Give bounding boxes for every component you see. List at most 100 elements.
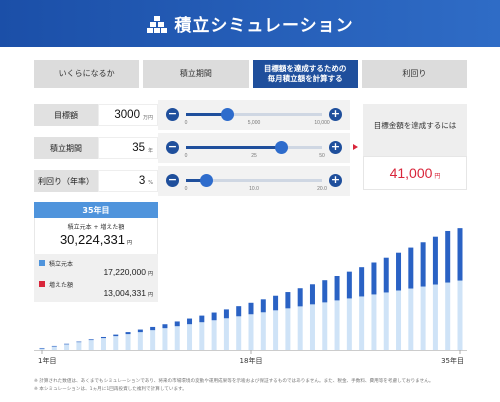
bar-gain[interactable] (187, 318, 193, 325)
result-amount: 41,000 (389, 165, 433, 181)
bar-principal[interactable] (51, 346, 57, 350)
bar-gain[interactable] (125, 332, 131, 335)
bar-gain[interactable] (88, 339, 94, 341)
bar-principal[interactable] (457, 280, 463, 350)
tick-max: 50 (319, 153, 325, 159)
tab-yield[interactable]: 利回り (361, 60, 467, 88)
bar-gain[interactable] (113, 334, 119, 337)
target-amount-value: 3000 (114, 109, 140, 121)
bar-principal[interactable] (76, 342, 82, 350)
bar-principal[interactable] (150, 330, 156, 350)
bar-gain[interactable] (100, 336, 106, 339)
yield-field[interactable]: 3 % (98, 170, 158, 192)
bar-gain[interactable] (285, 292, 291, 309)
bar-principal[interactable] (113, 336, 119, 350)
bar-principal[interactable] (248, 314, 254, 350)
gain-unit: 円 (147, 292, 153, 298)
increase-target-button[interactable]: + (329, 108, 342, 121)
page-title: 積立シミュレーション (174, 16, 354, 36)
tab-how-much[interactable]: いくらになるか (34, 60, 140, 88)
bar-principal[interactable] (88, 340, 94, 350)
bar-gain[interactable] (39, 347, 45, 349)
bar-principal[interactable] (297, 306, 303, 350)
bar-principal[interactable] (125, 334, 131, 350)
decrease-period-button[interactable]: − (166, 141, 179, 154)
target-amount-label: 目標額 (34, 104, 98, 126)
bar-principal[interactable] (396, 290, 402, 350)
bar-gain[interactable] (236, 306, 242, 317)
bar-gain[interactable] (273, 295, 279, 311)
bar-principal[interactable] (371, 294, 377, 350)
bar-gain[interactable] (334, 276, 340, 301)
bar-gain[interactable] (199, 315, 205, 323)
bar-principal[interactable] (100, 338, 106, 350)
tick-mid: 25 (251, 153, 257, 159)
bar-principal[interactable] (211, 320, 217, 350)
bar-gain[interactable] (174, 321, 180, 327)
bar-gain[interactable] (223, 309, 229, 319)
bar-gain[interactable] (408, 247, 414, 289)
bar-principal[interactable] (408, 288, 414, 350)
bar-gain[interactable] (137, 329, 143, 333)
bar-principal[interactable] (223, 318, 229, 350)
bar-gain[interactable] (297, 288, 303, 307)
mode-tabs: いくらになるか 積立期間 目標額を達成するための 毎月積立額を計算する 利回り (34, 60, 467, 88)
increase-yield-button[interactable]: + (329, 174, 342, 187)
bar-gain[interactable] (346, 271, 352, 299)
target-amount-field[interactable]: 3000 万円 (98, 104, 158, 126)
bar-gain[interactable] (150, 326, 156, 331)
bar-principal[interactable] (432, 284, 438, 350)
bar-principal[interactable] (420, 286, 426, 350)
tick-min: 0 (184, 186, 188, 192)
bar-gain[interactable] (76, 341, 82, 343)
bar-principal[interactable] (64, 344, 70, 350)
tab-monthly-amount[interactable]: 目標額を達成するための 毎月積立額を計算する (252, 60, 358, 88)
principal-value: 17,220,000 (103, 267, 146, 277)
bar-principal[interactable] (273, 310, 279, 350)
bar-gain[interactable] (420, 242, 426, 287)
bar-principal[interactable] (383, 292, 389, 350)
decrease-target-button[interactable]: − (166, 108, 179, 121)
bar-gain[interactable] (371, 262, 377, 295)
bar-gain[interactable] (51, 345, 57, 347)
slider-track[interactable] (186, 108, 322, 121)
tick-mid: 5,000 (247, 120, 261, 126)
tab-period[interactable]: 積立期間 (143, 60, 249, 88)
bar-principal[interactable] (334, 300, 340, 350)
bar-principal[interactable] (322, 302, 328, 350)
period-field[interactable]: 35 年 (98, 137, 158, 159)
bar-gain[interactable] (162, 324, 168, 329)
period-slider: − 0 25 50 + (158, 133, 350, 163)
bar-gain[interactable] (383, 257, 389, 293)
bar-principal[interactable] (174, 326, 180, 350)
bar-principal[interactable] (285, 308, 291, 350)
bar-principal[interactable] (162, 328, 168, 350)
bar-principal[interactable] (359, 296, 365, 350)
bar-gain[interactable] (359, 267, 365, 297)
bar-principal[interactable] (199, 322, 205, 350)
bar-gain[interactable] (64, 343, 70, 345)
total-unit: 円 (127, 240, 133, 246)
increase-period-button[interactable]: + (329, 141, 342, 154)
slider-track[interactable] (186, 141, 322, 154)
bar-principal[interactable] (346, 298, 352, 350)
bar-gain[interactable] (445, 230, 451, 283)
bar-gain[interactable] (248, 302, 254, 315)
bar-principal[interactable] (445, 282, 451, 350)
slider-track[interactable] (186, 174, 322, 187)
bar-gain[interactable] (432, 236, 438, 285)
bar-gain[interactable] (322, 280, 328, 303)
bar-principal[interactable] (236, 316, 242, 350)
bar-principal[interactable] (137, 332, 143, 350)
bar-gain[interactable] (309, 284, 315, 305)
bar-gain[interactable] (396, 252, 402, 291)
bar-gain[interactable] (457, 228, 463, 281)
bar-principal[interactable] (260, 312, 266, 350)
yield-slider: − 0 10.0 20.0 + (158, 166, 350, 196)
bar-gain[interactable] (211, 312, 217, 321)
bar-principal[interactable] (309, 304, 315, 350)
bar-principal[interactable] (187, 324, 193, 350)
decrease-yield-button[interactable]: − (166, 174, 179, 187)
bar-gain[interactable] (260, 299, 266, 313)
result-amount-box: 41,000 円 (363, 156, 467, 190)
